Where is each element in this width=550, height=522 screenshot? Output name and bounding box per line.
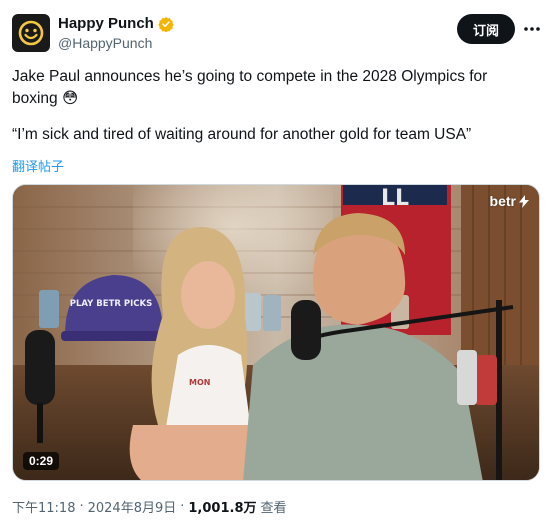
author-display-name[interactable]: Happy Punch [58,15,154,32]
tweet-card: Happy Punch @HappyPunch 订阅 Jake Paul ann… [0,0,550,522]
brand-watermark: betr [490,193,529,209]
tweet-text: Jake Paul announces he’s going to compet… [12,66,532,146]
tweet-paragraph-2: “I’m sick and tired of waiting around fo… [12,126,472,143]
author-handle[interactable]: @HappyPunch [58,35,152,51]
video-player[interactable]: LL PLAY BETR PICKS MON betr 0:29 [12,184,540,481]
tweet-paragraph-1: Jake Paul announces he’s going to compet… [12,68,488,107]
svg-text:LL: LL [381,186,409,211]
lightning-bolt-icon [519,194,529,208]
verified-badge-icon [158,16,174,32]
follow-button[interactable]: 订阅 [457,14,515,44]
post-time[interactable]: 下午11:18 [12,497,75,516]
video-duration-badge: 0:29 [23,452,60,470]
views-count: 1,001.8万 [188,501,257,516]
shirt-text: MON [189,378,210,387]
meta-separator: · [79,499,84,514]
brand-text: betr [489,193,516,209]
more-options-button[interactable] [522,20,542,38]
more-horizontal-icon [524,27,540,31]
hat-text: PLAY BETR PICKS [70,299,152,309]
author-name-row: Happy Punch [58,15,174,32]
smiley-logo-icon [18,20,44,46]
post-date[interactable]: 2024年8月9日 [88,497,177,516]
tweet-meta: 下午11:18 · 2024年8月9日 · 1,001.8万 查看 [12,497,287,516]
video-thumbnail: LL PLAY BETR PICKS MON [13,185,539,480]
views-label: 查看 [260,501,287,516]
meta-separator: · [180,499,185,514]
avatar[interactable] [12,14,50,52]
translate-post-link[interactable]: 翻译帖子 [12,156,64,175]
